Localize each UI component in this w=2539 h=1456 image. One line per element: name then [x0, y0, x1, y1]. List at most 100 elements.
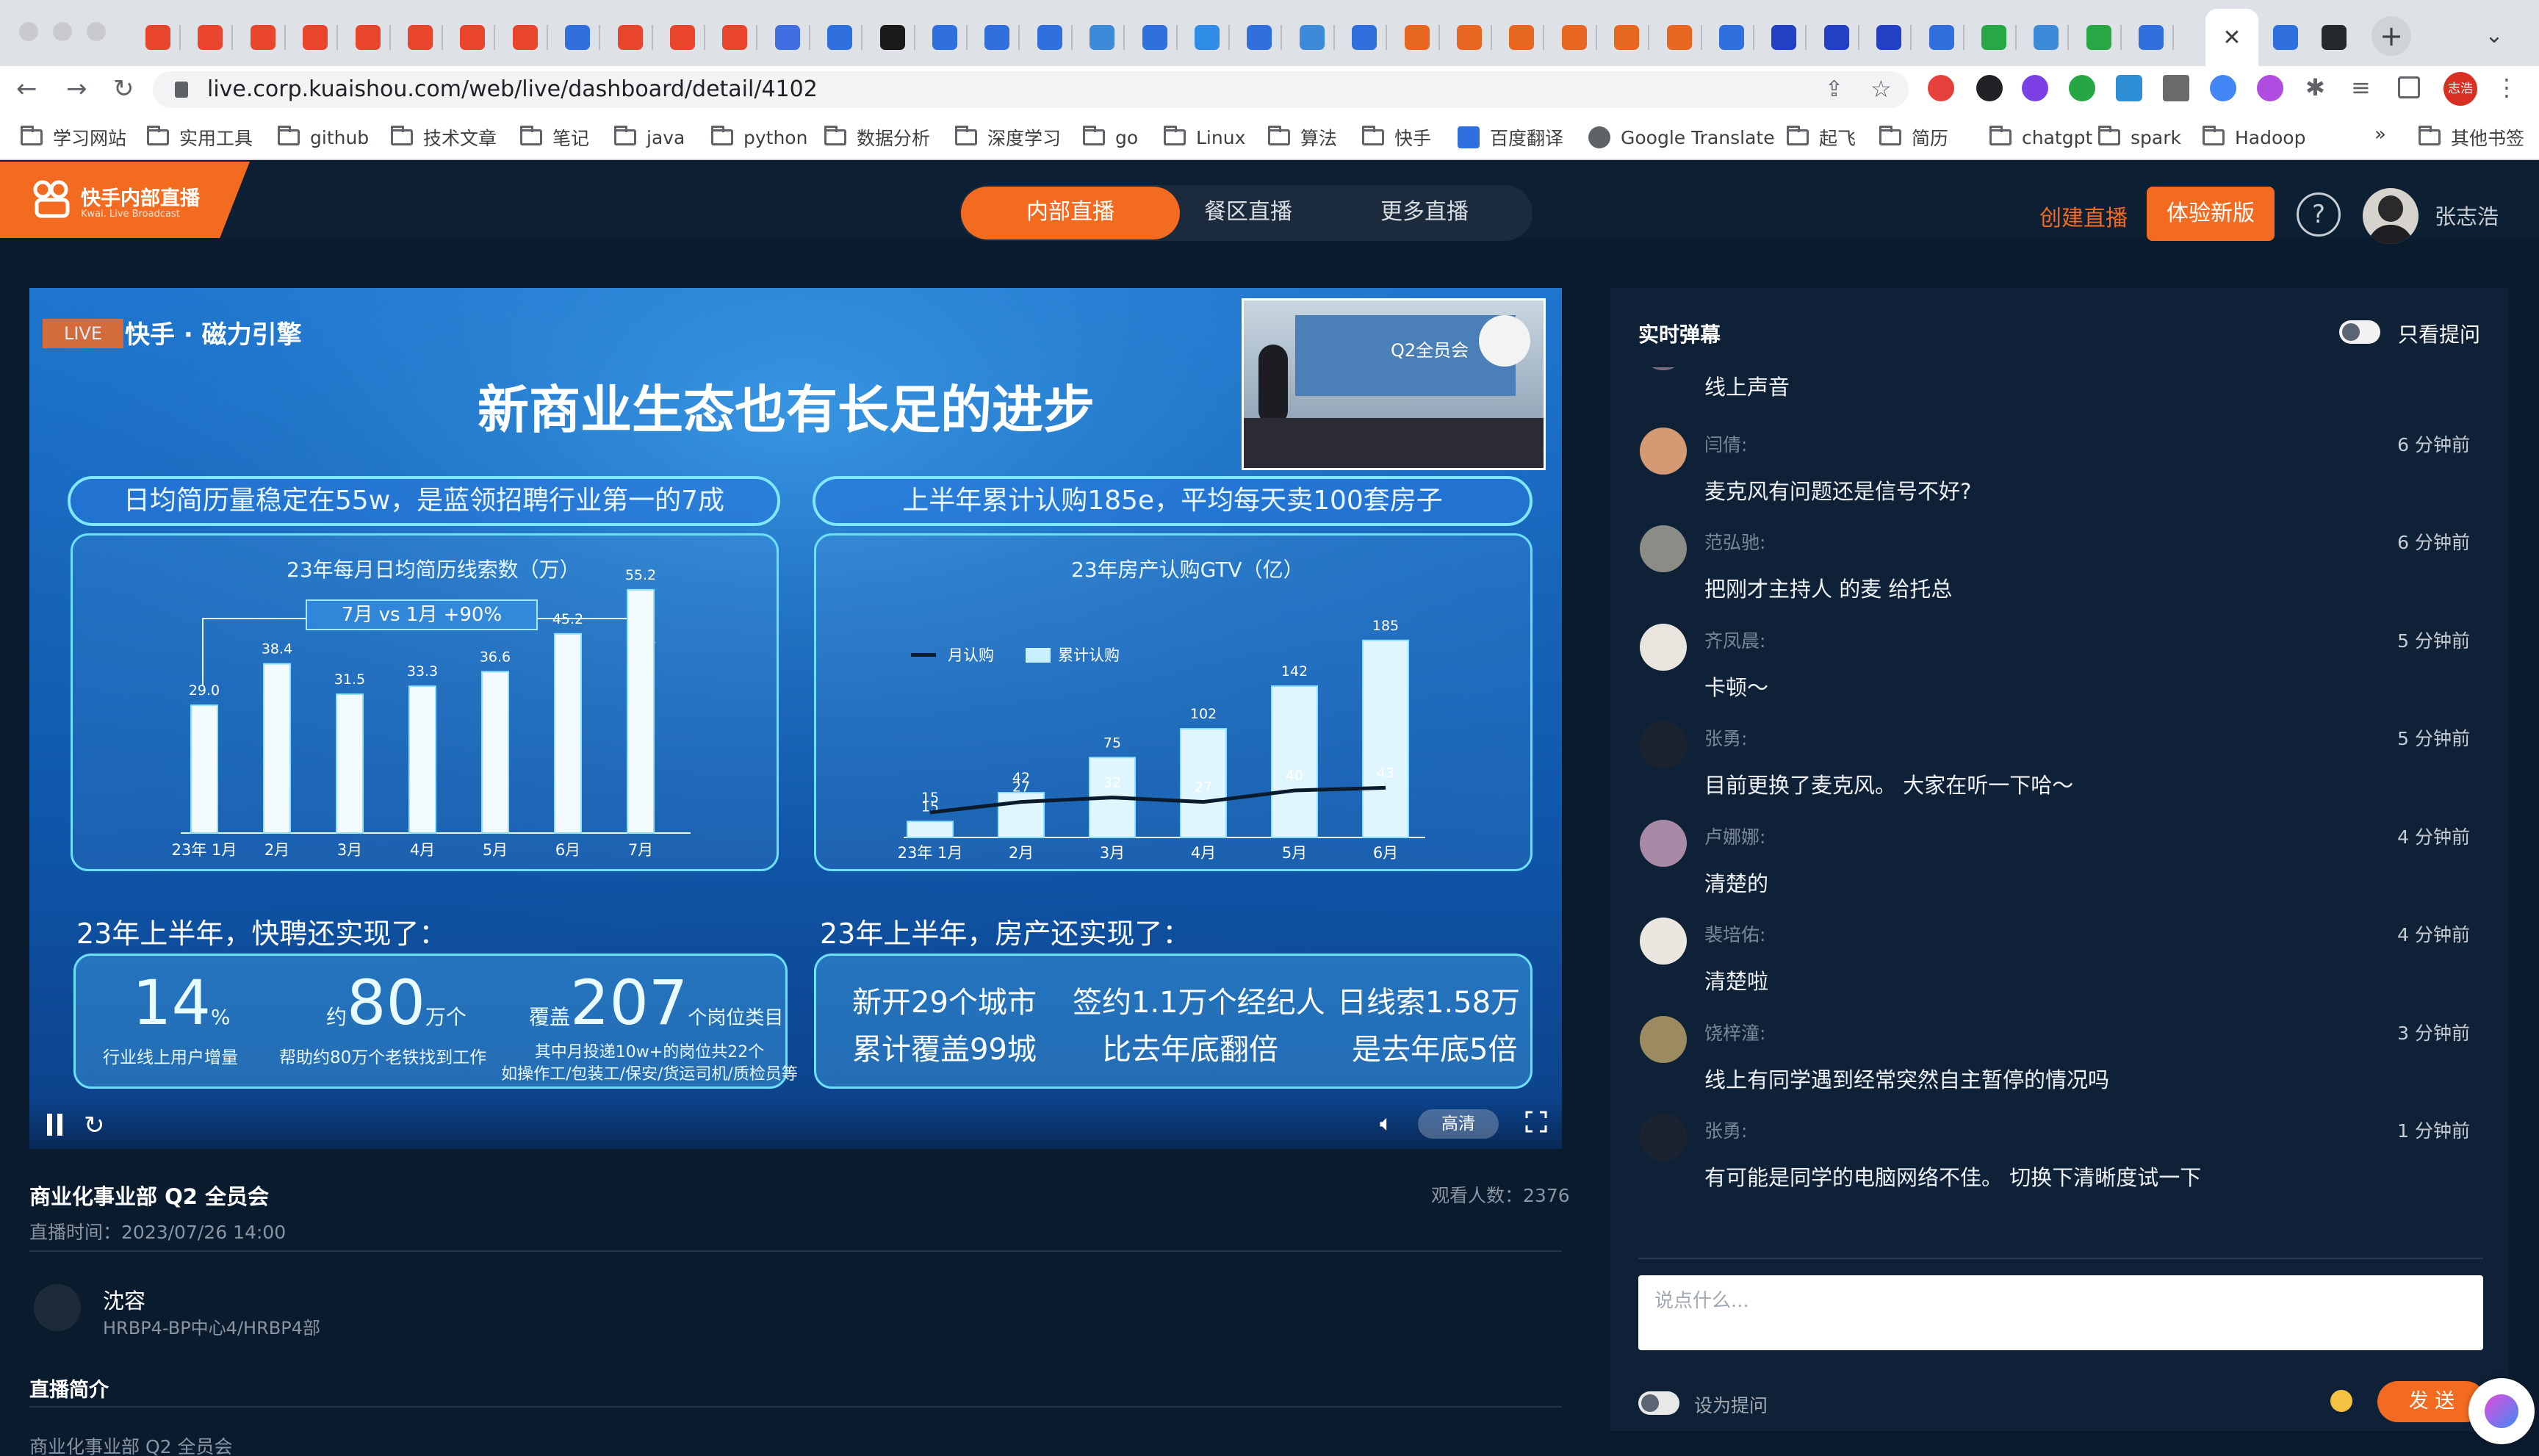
bookmark-item[interactable]: 实用工具 [147, 125, 253, 150]
bookmark-item[interactable]: 数据分析 [824, 125, 930, 150]
emoji-icon[interactable] [2330, 1390, 2352, 1412]
reading-list-icon[interactable]: ≡ [2351, 73, 2371, 101]
browser-tab[interactable] [2128, 9, 2175, 66]
volume-icon[interactable]: 🔈︎ [1380, 1111, 1393, 1136]
bookmark-item[interactable]: github [278, 125, 369, 150]
fullscreen-icon[interactable] [1525, 1111, 1547, 1133]
chat-message-list[interactable]: 线上声音 闫倩: 6 分钟前 麦克风有问题还是信号不好? 范弘驰: 6 分钟前 把刚才主持人… [1616, 367, 2491, 1256]
tab-search-icon[interactable]: ⌄ [2477, 19, 2511, 53]
extension-icon[interactable] [1976, 75, 2003, 101]
browser-tab[interactable] [1236, 9, 1283, 66]
browser-tab[interactable] [1184, 9, 1230, 66]
browser-tab[interactable] [397, 9, 443, 66]
close-tab-icon[interactable]: ✕ [2222, 25, 2241, 51]
active-tab[interactable]: ✕ [2205, 9, 2258, 66]
help-icon[interactable]: ? [2297, 192, 2341, 237]
chat-input[interactable] [1638, 1275, 2483, 1350]
browser-tab[interactable] [1657, 9, 1702, 66]
bookmark-item[interactable]: 起飞 [1787, 125, 1856, 150]
quality-selector[interactable]: 高清 [1418, 1109, 1499, 1139]
user-avatar[interactable] [2363, 188, 2419, 244]
create-live-link[interactable]: 创建直播 [2039, 200, 2128, 232]
maximize-window-button[interactable] [87, 22, 106, 41]
browser-tab[interactable] [1814, 9, 1859, 66]
browser-tab[interactable] [1027, 9, 1073, 66]
browser-tab[interactable] [1709, 9, 1754, 66]
assistant-float-icon[interactable] [2468, 1378, 2535, 1444]
extension-icon[interactable] [2069, 75, 2095, 101]
browser-tab[interactable] [608, 9, 653, 66]
browser-tab[interactable] [135, 9, 181, 66]
reload-icon[interactable]: ↻ [113, 71, 134, 107]
bookmark-item[interactable]: Google Translate [1588, 125, 1775, 150]
bookmark-item[interactable]: 简历 [1879, 125, 1948, 150]
minimize-window-button[interactable] [53, 22, 72, 41]
menu-dots-icon[interactable]: ⋮ [2495, 73, 2518, 101]
browser-tab[interactable] [450, 9, 496, 66]
bookmark-item[interactable]: Hadoop [2203, 125, 2305, 150]
adblock-icon[interactable] [1928, 75, 1954, 101]
extension-icon[interactable] [2022, 75, 2048, 101]
browser-tab[interactable] [1552, 9, 1597, 66]
browser-tab[interactable] [1394, 9, 1440, 66]
browser-tab[interactable] [555, 9, 601, 66]
browser-tab[interactable] [817, 9, 863, 66]
only-questions-toggle[interactable] [2339, 320, 2380, 344]
close-window-button[interactable] [19, 22, 38, 41]
extensions-puzzle-icon[interactable]: ✱ [2305, 73, 2325, 101]
forward-arrow-icon[interactable]: → [66, 71, 87, 107]
bookmark-item[interactable]: 算法 [1268, 125, 1337, 150]
pause-icon[interactable] [44, 1112, 66, 1137]
nav-more-live[interactable]: 更多直播 [1315, 188, 1534, 237]
intro-heading[interactable]: 直播简介 [29, 1374, 109, 1402]
side-panel-icon[interactable] [2398, 76, 2420, 98]
chrome-extension-icon[interactable] [2210, 75, 2236, 101]
browser-tab[interactable] [1132, 9, 1178, 66]
extension-icon[interactable] [2163, 75, 2189, 101]
browser-tab[interactable] [1971, 9, 2017, 66]
browser-tab[interactable] [1079, 9, 1126, 66]
browser-tab[interactable] [2263, 9, 2308, 66]
browser-tab[interactable] [1289, 9, 1335, 66]
browser-tab[interactable] [1866, 9, 1912, 66]
video-player[interactable]: LIVE 快手 · 磁力引擎 新商业生态也有长足的进步 Q2全员会 日均简历量稳… [29, 288, 1562, 1149]
browser-tab[interactable] [712, 9, 758, 66]
other-bookmarks[interactable]: 其他书签 [2419, 125, 2524, 150]
browser-tab[interactable] [2311, 9, 2357, 66]
bookmarks-overflow[interactable]: » [2374, 123, 2386, 145]
browser-tab[interactable] [292, 9, 339, 66]
bookmark-item[interactable]: 学习网站 [21, 125, 126, 150]
browser-tab[interactable] [187, 9, 234, 66]
browser-tab[interactable] [922, 9, 968, 66]
bookmark-item[interactable]: Linux [1164, 125, 1245, 150]
browser-tab[interactable] [503, 9, 548, 66]
browser-tab[interactable] [345, 9, 391, 66]
bookmark-item[interactable]: chatgpt [1989, 125, 2092, 150]
browser-tab[interactable] [974, 9, 1020, 66]
extension-icon[interactable] [2257, 75, 2283, 101]
bookmark-item[interactable]: 技术文章 [391, 125, 497, 150]
browser-tab[interactable] [240, 9, 286, 66]
browser-tab[interactable] [1341, 9, 1388, 66]
browser-tab[interactable] [870, 9, 915, 66]
bookmark-item[interactable]: 深度学习 [955, 125, 1061, 150]
bookmark-item[interactable]: 笔记 [520, 125, 589, 150]
browser-tab[interactable] [2023, 9, 2070, 66]
back-arrow-icon[interactable]: ← [16, 71, 37, 107]
browser-tab[interactable] [2076, 9, 2122, 66]
browser-tab[interactable] [1604, 9, 1650, 66]
extension-icon[interactable] [2116, 75, 2142, 101]
bookmark-item[interactable]: spark [2098, 125, 2181, 150]
browser-tab[interactable] [1919, 9, 1964, 66]
bookmark-item[interactable]: java [614, 125, 685, 150]
browser-tab[interactable] [660, 9, 705, 66]
refresh-icon[interactable]: ↻ [84, 1111, 105, 1140]
new-tab-button[interactable]: + [2371, 16, 2411, 56]
browser-tab[interactable] [1761, 9, 1807, 66]
bookmark-item[interactable]: python [711, 125, 807, 150]
bookmark-item[interactable]: 百度翻译 [1458, 125, 1563, 150]
set-question-toggle[interactable] [1638, 1391, 1679, 1415]
bookmark-star-icon[interactable]: ☆ [1870, 75, 1892, 103]
share-icon[interactable]: ⇪ [1825, 76, 1843, 102]
try-new-version-button[interactable]: 体验新版 [2147, 187, 2275, 241]
